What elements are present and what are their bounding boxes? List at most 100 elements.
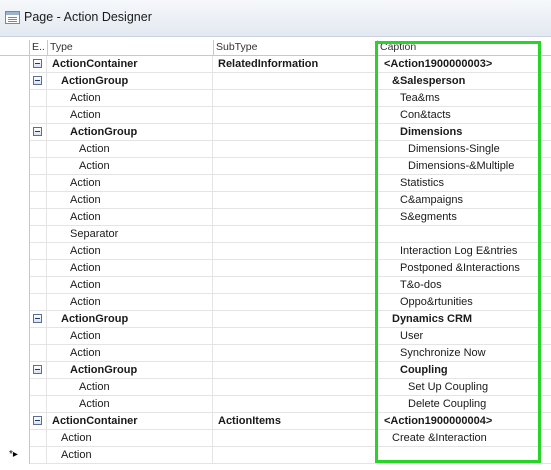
caption-cell[interactable]: Delete Coupling (378, 396, 538, 413)
row-selector[interactable] (8, 209, 30, 226)
caption-cell[interactable]: Set Up Coupling (378, 379, 538, 396)
caption-cell[interactable]: S&egments (378, 209, 538, 226)
subtype-cell[interactable] (214, 311, 377, 328)
type-cell[interactable]: Action (48, 294, 213, 311)
table-row[interactable]: ActionGroup &Salesperson (0, 73, 551, 90)
table-row[interactable]: Action User (0, 328, 551, 345)
caption-cell[interactable]: C&ampaigns (378, 192, 538, 209)
caption-cell[interactable]: Synchronize Now (378, 345, 538, 362)
caption-cell[interactable]: Create &Interaction (378, 430, 538, 447)
subtype-cell[interactable] (214, 192, 377, 209)
caption-cell[interactable]: Dimensions (378, 124, 538, 141)
table-row[interactable]: Action Oppo&rtunities (0, 294, 551, 311)
caption-cell[interactable]: User (378, 328, 538, 345)
subtype-cell[interactable] (214, 107, 377, 124)
subtype-cell[interactable] (214, 430, 377, 447)
table-row[interactable]: Action Con&tacts (0, 107, 551, 124)
table-row[interactable]: ActionContainer ActionItems <Action1900000… (0, 413, 551, 430)
type-cell[interactable]: ActionGroup (48, 362, 213, 379)
subtype-cell[interactable] (214, 158, 377, 175)
subtype-cell[interactable] (214, 379, 377, 396)
type-cell[interactable]: Action (48, 192, 213, 209)
row-selector[interactable] (8, 124, 30, 141)
row-selector[interactable] (8, 328, 30, 345)
subtype-cell[interactable] (214, 124, 377, 141)
table-row[interactable]: ActionGroup Dimensions (0, 124, 551, 141)
type-cell[interactable]: ActionGroup (48, 311, 213, 328)
row-selector[interactable] (8, 175, 30, 192)
collapse-icon[interactable] (33, 365, 42, 374)
subtype-cell[interactable] (214, 141, 377, 158)
caption-cell[interactable]: Dynamics CRM (378, 311, 538, 328)
row-selector[interactable] (8, 226, 30, 243)
subtype-cell[interactable] (214, 260, 377, 277)
table-row[interactable]: Action C&ampaigns (0, 192, 551, 209)
type-cell[interactable]: Action (48, 396, 213, 413)
row-selector[interactable] (8, 260, 30, 277)
row-selector[interactable] (8, 141, 30, 158)
collapse-icon[interactable] (33, 59, 42, 68)
expand-cell[interactable] (30, 73, 47, 90)
caption-cell[interactable]: Tea&ms (378, 90, 538, 107)
type-cell[interactable]: Action (48, 90, 213, 107)
expand-cell[interactable] (30, 311, 47, 328)
subtype-cell[interactable] (214, 277, 377, 294)
caption-cell[interactable]: Interaction Log E&ntries (378, 243, 538, 260)
subtype-cell[interactable] (214, 362, 377, 379)
caption-cell[interactable]: Con&tacts (378, 107, 538, 124)
table-row[interactable]: Separator (0, 226, 551, 243)
subtype-cell[interactable]: ActionItems (214, 413, 377, 430)
subtype-cell[interactable] (214, 396, 377, 413)
row-selector[interactable] (8, 277, 30, 294)
table-row[interactable]: Action Statistics (0, 175, 551, 192)
table-row[interactable]: Action Dimensions-Single (0, 141, 551, 158)
column-header-caption[interactable]: Caption (378, 40, 551, 56)
table-row[interactable]: Action Interaction Log E&ntries (0, 243, 551, 260)
subtype-cell[interactable] (214, 175, 377, 192)
caption-cell[interactable]: Dimensions-&Multiple (378, 158, 538, 175)
subtype-cell[interactable]: RelatedInformation (214, 56, 377, 73)
type-cell[interactable]: ActionContainer (48, 413, 213, 430)
row-selector[interactable] (8, 311, 30, 328)
table-row[interactable]: Action Dimensions-&Multiple (0, 158, 551, 175)
table-row[interactable]: ActionGroup Coupling (0, 362, 551, 379)
row-selector[interactable]: *▸ (8, 447, 30, 464)
table-row[interactable]: Action Synchronize Now (0, 345, 551, 362)
expand-cell[interactable] (30, 124, 47, 141)
table-row[interactable]: ActionContainer RelatedInformation <Action… (0, 56, 551, 73)
row-selector[interactable] (8, 379, 30, 396)
table-row[interactable]: Action Create &Interaction (0, 430, 551, 447)
row-selector[interactable] (8, 362, 30, 379)
type-cell[interactable]: Action (48, 141, 213, 158)
caption-cell[interactable] (378, 226, 538, 243)
table-row[interactable]: Action T&o-dos (0, 277, 551, 294)
type-cell[interactable]: Action (48, 328, 213, 345)
row-selector[interactable] (8, 73, 30, 90)
caption-cell[interactable]: T&o-dos (378, 277, 538, 294)
subtype-cell[interactable] (214, 345, 377, 362)
row-selector[interactable] (8, 107, 30, 124)
caption-cell[interactable]: Statistics (378, 175, 538, 192)
table-row[interactable]: Action Tea&ms (0, 90, 551, 107)
collapse-icon[interactable] (33, 416, 42, 425)
row-selector[interactable] (8, 396, 30, 413)
row-selector[interactable] (8, 294, 30, 311)
type-cell[interactable]: ActionGroup (48, 124, 213, 141)
collapse-icon[interactable] (33, 76, 42, 85)
column-header-expand[interactable]: E.. (30, 40, 48, 56)
caption-cell[interactable]: Dimensions-Single (378, 141, 538, 158)
table-row[interactable]: ActionGroup Dynamics CRM (0, 311, 551, 328)
type-cell[interactable]: Action (48, 447, 213, 464)
caption-cell[interactable]: <Action1900000004> (378, 413, 538, 430)
type-cell[interactable]: Action (48, 379, 213, 396)
type-cell[interactable]: Action (48, 175, 213, 192)
subtype-cell[interactable] (214, 90, 377, 107)
row-selector[interactable] (8, 192, 30, 209)
subtype-cell[interactable] (214, 209, 377, 226)
row-selector[interactable] (8, 413, 30, 430)
type-cell[interactable]: Separator (48, 226, 213, 243)
collapse-icon[interactable] (33, 314, 42, 323)
type-cell[interactable]: Action (48, 158, 213, 175)
table-row[interactable]: Action Postponed &Interactions (0, 260, 551, 277)
subtype-cell[interactable] (214, 294, 377, 311)
